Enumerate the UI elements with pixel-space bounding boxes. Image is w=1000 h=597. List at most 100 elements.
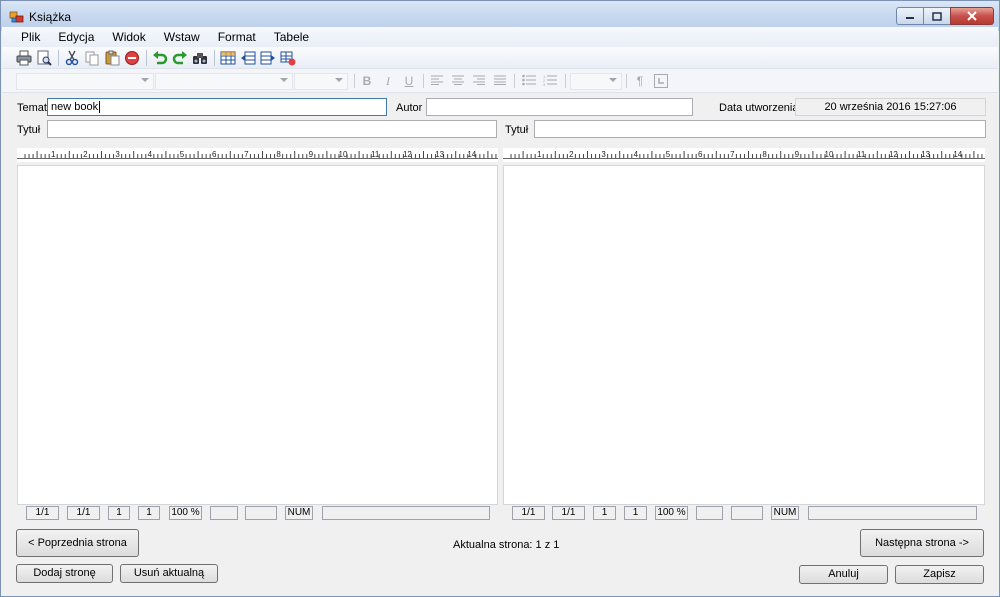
toolbar-separator <box>214 49 215 66</box>
toolbar-separator <box>423 74 424 88</box>
ruler-number: 5 <box>666 150 671 159</box>
title-right-input[interactable] <box>534 120 986 138</box>
ruler-number: 5 <box>180 150 185 159</box>
ruler-right-graphic: 1 2 3 4 5 6 7 8 9 10 11 12 13 14 <box>503 150 985 159</box>
ruler-number: 3 <box>115 150 120 159</box>
ruler-left[interactable]: 1 2 3 4 5 6 7 8 9 10 11 12 13 14 <box>17 148 498 162</box>
cut-icon[interactable] <box>64 50 80 66</box>
editor-left[interactable] <box>17 165 498 505</box>
menu-plik[interactable]: Plik <box>12 27 49 47</box>
bold-button[interactable]: B <box>360 74 374 88</box>
main-toolbar <box>2 47 998 69</box>
window-controls <box>896 7 994 25</box>
minimize-button[interactable] <box>896 7 923 25</box>
print-preview-icon[interactable] <box>36 50 52 66</box>
pilcrow-button[interactable]: ¶ <box>633 74 647 88</box>
toolbar-separator <box>58 49 59 66</box>
add-page-button[interactable]: Dodaj stronę <box>16 564 113 583</box>
menu-widok[interactable]: Widok <box>103 27 154 47</box>
toolbar-separator <box>626 74 627 88</box>
main-window: Książka Plik Edycja Widok Wstaw Format T… <box>0 0 1000 597</box>
delete-icon[interactable] <box>124 50 140 66</box>
status-cell-right <box>731 506 763 520</box>
ruler-number: 10 <box>339 150 348 159</box>
ruler-number: 9 <box>309 150 314 159</box>
editor-right[interactable] <box>503 165 985 505</box>
menu-bar: Plik Edycja Widok Wstaw Format Tabele <box>2 27 998 47</box>
menu-edycja[interactable]: Edycja <box>49 27 103 47</box>
status-section-right: 1/1 <box>552 506 585 520</box>
numbered-list-icon[interactable]: 123 <box>543 74 557 88</box>
ruler-number: 4 <box>634 150 639 159</box>
created-label: Data utworzenia <box>719 102 799 114</box>
ruler-number: 11 <box>857 150 866 159</box>
title-left-label: Tytuł <box>17 124 41 136</box>
table-icon[interactable] <box>220 50 236 66</box>
toolbar-separator <box>146 49 147 66</box>
previous-page-button[interactable]: < Poprzednia strona <box>16 529 139 557</box>
menu-tabele[interactable]: Tabele <box>265 27 318 47</box>
topic-input[interactable]: new book <box>47 98 387 116</box>
tab-stop-icon[interactable] <box>654 74 668 88</box>
status-num-left: NUM <box>285 506 313 520</box>
insert-row-left-icon[interactable] <box>240 50 256 66</box>
status-line-right: 1 <box>593 506 616 520</box>
insert-row-right-icon[interactable] <box>260 50 276 66</box>
status-cell-left <box>210 506 238 520</box>
font-size-combo[interactable] <box>294 73 348 90</box>
find-icon[interactable] <box>192 50 208 66</box>
close-button[interactable] <box>950 7 994 25</box>
status-page-right: 1/1 <box>512 506 545 520</box>
font-name-combo[interactable] <box>16 73 154 90</box>
ruler-number: 12 <box>403 150 412 159</box>
menu-wstaw[interactable]: Wstaw <box>155 27 209 47</box>
save-button[interactable]: Zapisz <box>895 565 984 584</box>
status-num-right: NUM <box>771 506 799 520</box>
ruler-number: 2 <box>83 150 88 159</box>
ruler-number: 1 <box>51 150 56 159</box>
italic-button[interactable]: I <box>381 74 395 88</box>
toolbar-separator <box>565 74 566 88</box>
status-line-left: 1 <box>108 506 130 520</box>
minimize-icon <box>906 17 914 19</box>
author-input[interactable] <box>426 98 693 116</box>
title-left-input[interactable] <box>47 120 497 138</box>
status-section-left: 1/1 <box>67 506 100 520</box>
table-delete-icon[interactable] <box>280 50 296 66</box>
align-justify-icon[interactable] <box>493 74 507 88</box>
bullet-list-icon[interactable] <box>522 74 536 88</box>
topic-value: new book <box>51 101 99 113</box>
maximize-button[interactable] <box>923 7 950 25</box>
paste-icon[interactable] <box>104 50 120 66</box>
align-left-icon[interactable] <box>430 74 444 88</box>
ruler-number: 6 <box>212 150 217 159</box>
author-label: Autor <box>396 102 423 114</box>
title-right-label: Tytuł <box>505 124 529 136</box>
font-style-combo[interactable] <box>155 73 293 90</box>
ruler-right[interactable]: 1 2 3 4 5 6 7 8 9 10 11 12 13 14 <box>503 148 985 162</box>
toolbar-separator <box>514 74 515 88</box>
ruler-number: 8 <box>276 150 281 159</box>
copy-icon[interactable] <box>84 50 100 66</box>
next-page-button[interactable]: Następna strona -> <box>860 529 984 557</box>
undo-icon[interactable] <box>152 50 168 66</box>
ruler-number: 13 <box>435 150 444 159</box>
print-icon[interactable] <box>16 50 32 66</box>
ruler-number: 3 <box>601 150 606 159</box>
redo-icon[interactable] <box>172 50 188 66</box>
toolbar-separator <box>354 74 355 88</box>
align-center-icon[interactable] <box>451 74 465 88</box>
status-zoom-right: 100 % <box>655 506 688 520</box>
underline-button[interactable]: U <box>402 74 416 88</box>
menu-format[interactable]: Format <box>209 27 265 47</box>
cancel-button[interactable]: Anuluj <box>799 565 888 584</box>
paragraph-style-combo[interactable] <box>570 73 622 90</box>
status-cell-right <box>696 506 723 520</box>
align-right-icon[interactable] <box>472 74 486 88</box>
ruler-number: 2 <box>569 150 574 159</box>
ruler-number: 4 <box>148 150 153 159</box>
ruler-number: 11 <box>371 150 380 159</box>
remove-current-button[interactable]: Usuń aktualną <box>120 564 218 583</box>
ruler-number: 10 <box>825 150 834 159</box>
ruler-number: 14 <box>953 150 962 159</box>
